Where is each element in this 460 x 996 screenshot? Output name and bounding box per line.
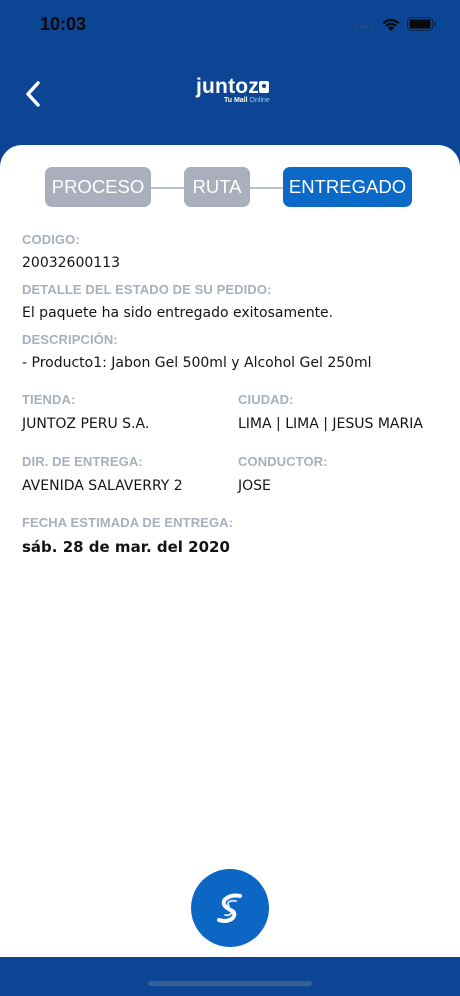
courier-s-logo-icon bbox=[217, 893, 242, 923]
order-status-stepper: PROCESO RUTA ENTREGADO bbox=[45, 167, 412, 207]
tienda-label: TIENDA: bbox=[22, 392, 76, 407]
step-proceso: PROCESO bbox=[45, 167, 151, 207]
codigo-label: CODIGO: bbox=[22, 232, 80, 247]
step-ruta: RUTA bbox=[184, 167, 250, 207]
estado-label: DETALLE DEL ESTADO DE SU PEDIDO: bbox=[22, 282, 272, 297]
juntoz-logo: juntoz Tu Mall Online bbox=[196, 76, 276, 108]
ciudad-label: CIUDAD: bbox=[238, 392, 294, 407]
descripcion-value: - Producto1: Jabon Gel 500ml y Alcohol G… bbox=[22, 355, 372, 371]
home-indicator bbox=[148, 981, 312, 986]
battery-icon bbox=[407, 17, 436, 31]
status-time: 10:03 bbox=[40, 14, 87, 34]
logo-tag-icon bbox=[259, 81, 269, 93]
ciudad-value: LIMA | LIMA | JESUS MARIA bbox=[238, 416, 423, 432]
logo-tagline-light: Online bbox=[249, 97, 270, 104]
fecha-value: sáb. 28 de mar. del 2020 bbox=[22, 538, 230, 556]
status-bar: 10:03 bbox=[0, 0, 460, 50]
back-chevron-icon[interactable] bbox=[22, 80, 46, 108]
bottom-bar bbox=[0, 957, 460, 996]
fecha-label: FECHA ESTIMADA DE ENTREGA: bbox=[22, 515, 234, 530]
estado-value: El paquete ha sido entregado exitosament… bbox=[22, 305, 334, 321]
stepper-connector bbox=[249, 187, 284, 189]
descripcion-label: DESCRIPCIÓN: bbox=[22, 332, 118, 347]
tienda-value: JUNTOZ PERU S.A. bbox=[22, 416, 150, 432]
direccion-label: DIR. DE ENTREGA: bbox=[22, 454, 143, 469]
order-detail-card: PROCESO RUTA ENTREGADO CODIGO: 200326001… bbox=[0, 145, 460, 957]
logo-tagline: Tu Mall Online bbox=[224, 97, 270, 104]
logo-tagline-bold: Tu Mall bbox=[224, 97, 248, 104]
direccion-value: AVENIDA SALAVERRY 2 bbox=[22, 478, 183, 494]
conductor-value: JOSE bbox=[238, 478, 271, 494]
signal-icon bbox=[354, 25, 373, 29]
courier-logo-button[interactable] bbox=[191, 869, 269, 947]
step-entregado: ENTREGADO bbox=[283, 167, 412, 207]
wifi-icon bbox=[382, 18, 400, 31]
codigo-value: 20032600113 bbox=[22, 255, 120, 271]
conductor-label: CONDUCTOR: bbox=[238, 454, 328, 469]
stepper-connector bbox=[150, 187, 185, 189]
